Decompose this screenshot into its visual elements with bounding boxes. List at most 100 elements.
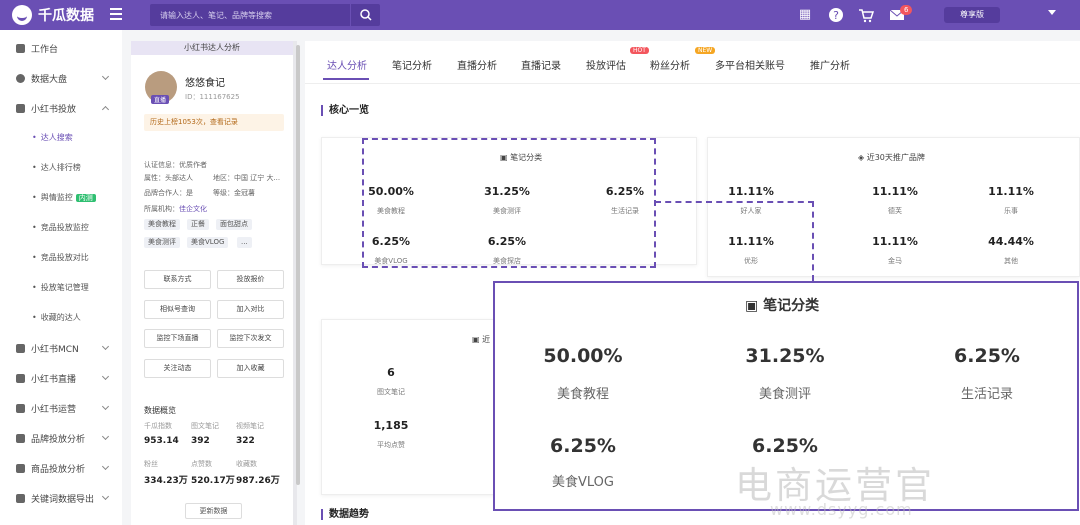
shield-icon: [16, 103, 25, 113]
recent-value: 1,185: [373, 419, 409, 432]
stat-value: 520.17万: [191, 476, 235, 486]
zoom-value: 6.25%: [752, 435, 818, 457]
tag-item: 正餐: [187, 219, 209, 230]
sidebar-item-live[interactable]: 小红书直播: [0, 368, 122, 388]
sidebar-item-brand[interactable]: 品牌投放分析: [0, 428, 122, 448]
org-link[interactable]: 佳企文化: [179, 205, 207, 213]
sidebar-item-workbench[interactable]: 工作台: [0, 38, 122, 58]
tag-item: 面包甜点: [216, 219, 252, 230]
zoom-label: 生活记录: [960, 387, 1013, 402]
zoom-label: 美食VLOG: [552, 475, 614, 490]
panel-scrollbar[interactable]: [296, 45, 300, 485]
history-rank-link[interactable]: 历史上榜1053次，查看记录: [144, 114, 284, 131]
stats-title: 数据概览: [144, 406, 176, 415]
brand-value: 11.11%: [872, 185, 918, 198]
beta-tag: 内测: [75, 194, 96, 202]
favorite-button[interactable]: 加入收藏: [217, 359, 284, 378]
tab-live-records[interactable]: 直播记录: [521, 57, 561, 72]
tag-item: 美食教程: [144, 219, 180, 230]
sidebar-item-mcn[interactable]: 小红书MCN: [0, 338, 122, 358]
brand-label: 金马: [888, 257, 902, 265]
zoom-value: 6.25%: [550, 435, 616, 457]
stat-value: 392: [191, 436, 210, 446]
quote-button[interactable]: 投放报价: [217, 270, 284, 289]
sidebar-item-ops[interactable]: 小红书运营: [0, 398, 122, 418]
stat-value: 987.26万: [236, 476, 280, 486]
section-trend-title: 数据趋势: [321, 509, 369, 520]
partner-info: 品牌合作人：是: [144, 189, 193, 197]
tab-live-analysis[interactable]: 直播分析: [457, 57, 497, 72]
brand-value: 11.11%: [988, 185, 1034, 198]
recent-value: 6: [387, 366, 395, 379]
goods-icon: [16, 463, 25, 473]
brand-label: 德芙: [888, 207, 902, 215]
stat-value: 953.14: [144, 436, 179, 446]
profile-panel: 小红书达人分析 直播 悠悠食记 ID：111167625 历史上榜1053次，查…: [131, 41, 297, 525]
zoom-value: 50.00%: [543, 345, 623, 367]
profile-name: 悠悠食记: [185, 78, 225, 89]
sidebar: 工作台 数据大盘 小红书投放 达人搜索 达人排行榜 舆情监控内测 竞品投放监控 …: [0, 30, 122, 525]
sidebar-item-dashboard[interactable]: 数据大盘: [0, 68, 122, 88]
sidebar-sub-competitor-monitor[interactable]: 竞品投放监控: [0, 218, 122, 238]
account-dropdown-icon[interactable]: [1048, 10, 1056, 15]
auth-info: 认证信息：优质作者: [144, 161, 207, 169]
sidebar-sub-note-manage[interactable]: 投放笔记管理: [0, 278, 122, 298]
sidebar-item-xhs-ads[interactable]: 小红书投放: [0, 98, 122, 118]
follow-button[interactable]: 关注动态: [144, 359, 211, 378]
contact-button[interactable]: 联系方式: [144, 270, 211, 289]
cart-icon[interactable]: [858, 7, 875, 23]
brand-logo[interactable]: 千瓜数据: [12, 5, 94, 25]
brand-promo-title: ◈ 近30天推广品牌: [858, 153, 925, 162]
stat-value: 334.23万: [144, 476, 188, 486]
monitor-post-button[interactable]: 监控下次发文: [217, 329, 284, 348]
apps-grid-icon[interactable]: ▦: [797, 7, 813, 23]
zoom-value: 6.25%: [954, 345, 1020, 367]
export-icon: [16, 493, 25, 503]
refresh-data-button[interactable]: 更新数据: [185, 503, 242, 519]
zoom-value: 31.25%: [745, 345, 825, 367]
help-icon[interactable]: ?: [828, 7, 844, 23]
brand-value: 11.11%: [728, 185, 774, 198]
tab-promotion[interactable]: 推广分析: [810, 57, 850, 72]
sidebar-sub-kol-rank[interactable]: 达人排行榜: [0, 158, 122, 178]
similar-search-button[interactable]: 相似号查询: [144, 300, 211, 319]
menu-toggle-icon[interactable]: [110, 8, 122, 20]
recent-label: 图文笔记: [377, 388, 405, 396]
brand-value: 44.44%: [988, 235, 1034, 248]
tab-ad-evaluation[interactable]: 投放评估: [586, 57, 626, 72]
brand-value: 11.11%: [872, 235, 918, 248]
sidebar-sub-favorites[interactable]: 收藏的达人: [0, 308, 122, 328]
highlight-box: [362, 138, 656, 268]
brand-label: 乐事: [1004, 207, 1018, 215]
search-button[interactable]: [350, 4, 380, 26]
monitor-live-button[interactable]: 监控下场直播: [144, 329, 211, 348]
tab-note-analysis[interactable]: 笔记分析: [392, 57, 432, 72]
brand-name: 千瓜数据: [38, 8, 94, 24]
version-button[interactable]: 尊享版: [944, 7, 1000, 23]
stat-label: 图文笔记: [191, 422, 219, 430]
tab-kol-analysis[interactable]: 达人分析: [327, 57, 367, 72]
highlight-connector: [655, 201, 814, 281]
stat-label: 视频笔记: [236, 422, 264, 430]
tab-multi-platform[interactable]: 多平台相关账号: [715, 57, 785, 72]
tag-more[interactable]: ...: [237, 237, 252, 248]
zoom-label: 美食测评: [758, 387, 811, 402]
grid-icon: [16, 43, 25, 53]
avatar[interactable]: 直播: [145, 71, 177, 104]
search-input[interactable]: [150, 4, 348, 26]
divider: [305, 83, 1080, 84]
section-core-title: 核心一览: [321, 105, 369, 116]
svg-text:?: ?: [833, 9, 839, 22]
tag-item: 美食测评: [144, 237, 180, 248]
sidebar-sub-competitor-compare[interactable]: 竞品投放对比: [0, 248, 122, 268]
sidebar-item-goods[interactable]: 商品投放分析: [0, 458, 122, 478]
sidebar-sub-kol-search[interactable]: 达人搜索: [0, 128, 122, 148]
sidebar-sub-opinion[interactable]: 舆情监控内测: [0, 188, 122, 208]
tab-fans-analysis[interactable]: 粉丝分析: [650, 57, 690, 72]
level-info: 等级：金冠薯: [213, 189, 255, 197]
zoom-label: 美食教程: [556, 387, 609, 402]
sidebar-item-keyword[interactable]: 关键词数据导出: [0, 488, 122, 508]
add-compare-button[interactable]: 加入对比: [217, 300, 284, 319]
active-tab-indicator: [323, 78, 369, 80]
stat-value: 322: [236, 436, 255, 446]
